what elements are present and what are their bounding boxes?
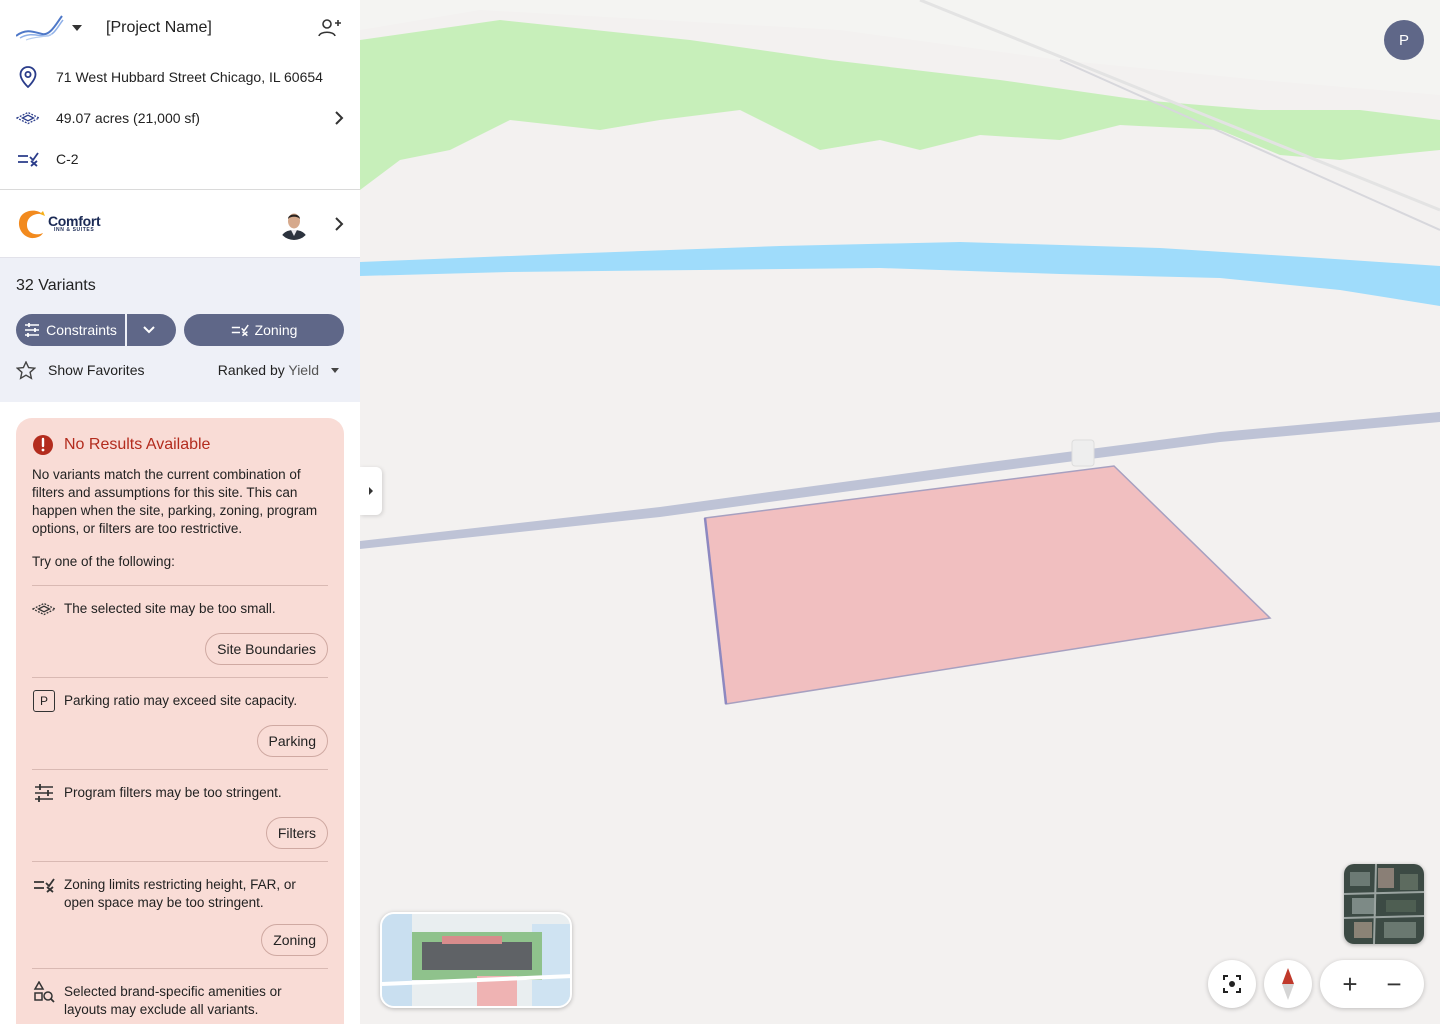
minimap-image xyxy=(382,914,570,1006)
suggestion-text: Parking ratio may exceed site capacity. xyxy=(64,693,298,708)
show-favorites-toggle[interactable]: Show Favorites xyxy=(48,362,218,378)
person-photo xyxy=(278,207,310,240)
chevron-down-icon xyxy=(142,326,155,334)
brand-c-logo-icon xyxy=(18,210,45,238)
constraints-button[interactable]: Constraints xyxy=(16,314,125,346)
results-area: No Results Available No variants match t… xyxy=(0,402,360,1024)
site-area: 49.07 acres (21,000 sf) xyxy=(56,109,200,126)
suggestion-filters: Program filters may be too stringent. Fi… xyxy=(32,770,328,862)
recenter-button[interactable] xyxy=(1208,960,1256,1008)
site-address-row: 71 West Hubbard Street Chicago, IL 60654 xyxy=(0,56,360,97)
add-person-icon xyxy=(318,19,341,37)
caret-right-icon xyxy=(369,487,373,495)
zoning-icon xyxy=(231,324,249,337)
project-header: [Project Name] xyxy=(0,0,360,56)
parking-icon: P xyxy=(33,690,55,712)
add-collaborator-button[interactable] xyxy=(316,14,344,42)
constraints-label: Constraints xyxy=(46,322,117,338)
suggestion-text: The selected site may be too small. xyxy=(64,601,276,616)
filters-button[interactable]: Filters xyxy=(265,817,328,849)
suggestion-parking: P Parking ratio may exceed site capacity… xyxy=(32,678,328,770)
suggestion-text: Selected brand-specific amenities or lay… xyxy=(64,984,282,1017)
project-name[interactable]: [Project Name] xyxy=(106,19,316,37)
suggestion-text: Program filters may be too stringent. xyxy=(64,785,282,800)
favorites-sort-row: Show Favorites Ranked by Yield xyxy=(16,346,344,394)
alert-try-label: Try one of the following: xyxy=(32,554,328,586)
sidebar-panel: [Project Name] 71 West Hubbard Street Ch… xyxy=(0,0,360,1024)
map-marker[interactable] xyxy=(1071,439,1095,467)
site-address: 71 West Hubbard Street Chicago, IL 60654 xyxy=(56,68,323,85)
zoom-in-button[interactable]: + xyxy=(1330,960,1370,1008)
rank-selector[interactable]: Ranked by Yield xyxy=(218,362,319,378)
zoning-button[interactable]: Zoning xyxy=(184,314,344,346)
parking-button[interactable]: Parking xyxy=(256,725,328,757)
zoning-icon xyxy=(34,878,55,893)
suggestion-text: Zoning limits restricting height, FAR, o… xyxy=(64,877,296,910)
brand-row[interactable]: Comfort INN & SUITES xyxy=(0,190,360,257)
variants-panel: 32 Variants Constraints Zoning Show Favo… xyxy=(0,257,360,402)
satellite-layer-toggle[interactable] xyxy=(1344,864,1424,944)
variants-count: 32 Variants xyxy=(16,277,96,294)
zoom-controls: + − xyxy=(1320,960,1424,1008)
compass-button[interactable] xyxy=(1264,960,1312,1008)
logo-menu-caret-icon[interactable] xyxy=(72,25,82,31)
zoning-suggestion-button[interactable]: Zoning xyxy=(261,924,328,956)
river xyxy=(360,242,1440,306)
suggestion-zoning: Zoning limits restricting height, FAR, o… xyxy=(32,862,328,969)
satellite-thumbnail xyxy=(1344,864,1424,944)
account-manager-avatar[interactable] xyxy=(278,207,310,240)
error-icon xyxy=(33,435,53,455)
chevron-right-icon[interactable] xyxy=(334,110,344,125)
zoom-out-button[interactable]: − xyxy=(1374,960,1414,1008)
rank-value: Yield xyxy=(288,362,319,378)
sliders-icon xyxy=(25,323,40,337)
site-parcel[interactable] xyxy=(704,465,1272,705)
location-pin-icon xyxy=(19,65,37,88)
chevron-right-icon[interactable] xyxy=(334,216,344,231)
alert-description: No variants match the current combinatio… xyxy=(32,467,318,536)
brand-name: Comfort xyxy=(48,213,101,229)
suggestion-site-size: The selected site may be too small. Site… xyxy=(32,586,328,678)
suggestion-amenities: Selected brand-specific amenities or lay… xyxy=(32,969,328,1024)
brand-subtitle: INN & SUITES xyxy=(54,227,95,233)
rank-prefix: Ranked by xyxy=(217,362,289,378)
zoning-icon xyxy=(18,151,39,167)
zoning-label: Zoning xyxy=(254,322,298,338)
compass-icon xyxy=(1282,968,1294,1000)
site-minimap[interactable] xyxy=(380,912,572,1008)
brand-logo: Comfort INN & SUITES xyxy=(16,208,278,240)
rank-dropdown-caret-icon[interactable] xyxy=(331,367,339,373)
constraints-dropdown-button[interactable] xyxy=(127,314,176,346)
site-boundaries-button[interactable]: Site Boundaries xyxy=(205,633,328,665)
amenities-search-icon xyxy=(33,981,55,1003)
no-results-alert: No Results Available No variants match t… xyxy=(16,418,344,1024)
user-avatar-button[interactable]: P xyxy=(1384,20,1424,60)
zoning-row: C-2 xyxy=(0,138,360,179)
zoning-code: C-2 xyxy=(56,150,79,167)
sidebar-collapse-toggle[interactable] xyxy=(360,467,382,515)
site-boundary-icon xyxy=(32,602,56,616)
map-canvas[interactable]: P + − xyxy=(360,0,1440,1024)
sliders-icon xyxy=(35,784,53,802)
site-boundary-icon xyxy=(16,111,40,124)
star-outline-icon[interactable] xyxy=(16,360,36,380)
site-area-row[interactable]: 49.07 acres (21,000 sf) xyxy=(0,97,360,138)
alert-title: No Results Available xyxy=(64,436,211,453)
filter-buttons: Constraints Zoning xyxy=(16,314,344,346)
app-logo-icon[interactable] xyxy=(16,14,64,42)
focus-frame-icon xyxy=(1223,975,1241,993)
map-terrain xyxy=(360,0,1440,705)
